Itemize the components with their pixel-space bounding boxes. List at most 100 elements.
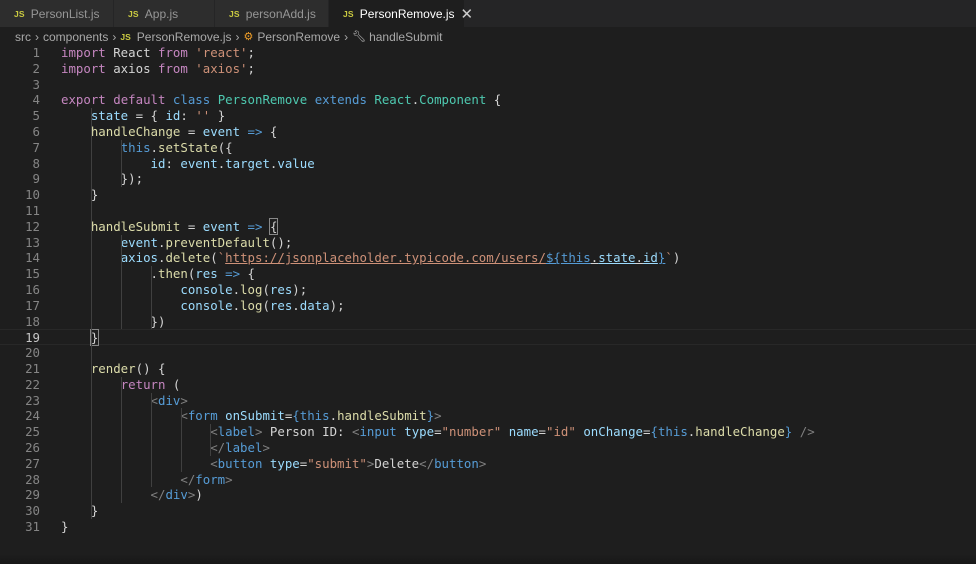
code-token: data bbox=[299, 297, 330, 313]
code-text: this.setState({ bbox=[61, 140, 233, 156]
code-token: input bbox=[359, 424, 397, 440]
code-line[interactable]: 21 render() { bbox=[0, 361, 976, 377]
line-number: 24 bbox=[25, 408, 40, 424]
code-token: button bbox=[217, 455, 263, 471]
code-token: div bbox=[165, 487, 188, 503]
code-line[interactable]: 9 }); bbox=[0, 171, 976, 187]
code-text: <button type="submit">Delete</button> bbox=[61, 456, 486, 472]
code-token: ) bbox=[672, 250, 681, 266]
code-token: from bbox=[157, 45, 188, 60]
code-line[interactable]: 5 state = { id: '' } bbox=[0, 108, 976, 124]
code-token: handleSubmit bbox=[337, 408, 427, 424]
code-token: label bbox=[217, 424, 255, 440]
code-text: state = { id: '' } bbox=[61, 108, 225, 124]
code-token: Component bbox=[419, 92, 487, 108]
breadcrumb-item-method[interactable]: handleSubmit bbox=[369, 30, 442, 44]
code-token: ; bbox=[247, 45, 255, 60]
code-line[interactable]: 3 bbox=[0, 77, 976, 93]
code-token: } bbox=[61, 503, 99, 519]
breadcrumb-item-components[interactable]: components bbox=[43, 30, 108, 44]
line-number: 28 bbox=[25, 471, 40, 487]
code-line[interactable]: 29 </div>) bbox=[0, 487, 976, 503]
line-number: 20 bbox=[25, 345, 40, 361]
code-line[interactable]: 23 <div> bbox=[0, 393, 976, 409]
code-line[interactable]: 17 console.log(res.data); bbox=[0, 298, 976, 314]
code-token: > bbox=[262, 440, 270, 455]
code-line[interactable]: 25 <label> Person ID: <input type="numbe… bbox=[0, 424, 976, 440]
code-token: . bbox=[232, 282, 241, 297]
code-token: render bbox=[90, 361, 136, 376]
line-number: 26 bbox=[25, 440, 40, 455]
code-line[interactable]: 22 return ( bbox=[0, 377, 976, 393]
line-number: 19 bbox=[25, 330, 40, 346]
code-token: res bbox=[195, 266, 218, 282]
code-line[interactable]: 27 <button type="submit">Delete</button> bbox=[0, 456, 976, 472]
chevron-right-icon: › bbox=[344, 29, 349, 44]
code-token: ); bbox=[329, 297, 345, 313]
code-token: import bbox=[61, 60, 106, 76]
code-line[interactable]: 11 bbox=[0, 203, 976, 219]
code-token: { bbox=[268, 217, 279, 235]
code-editor[interactable]: 1 import React from 'react'; 2 import axios… bbox=[0, 45, 976, 540]
line-number: 5 bbox=[32, 108, 40, 124]
code-line[interactable]: 31} bbox=[0, 519, 976, 535]
code-line[interactable]: 7 this.setState({ bbox=[0, 140, 976, 156]
code-line[interactable]: 14 axios. delete(` https://jsonplaceholder… bbox=[0, 250, 976, 266]
code-token: } bbox=[426, 408, 435, 424]
code-line[interactable]: 1 import React from 'react'; bbox=[0, 45, 976, 61]
code-line[interactable]: 28 </form> bbox=[0, 472, 976, 488]
code-token: } bbox=[210, 108, 226, 124]
code-line[interactable]: 13 event.preventDefault(); bbox=[0, 235, 976, 251]
indent-guide bbox=[180, 408, 182, 472]
tab-app[interactable]: JS App.js bbox=[114, 0, 215, 27]
code-line[interactable]: 8 id: event.target.value bbox=[0, 156, 976, 172]
code-token: </ bbox=[180, 471, 196, 487]
code-line[interactable]: 18 }) bbox=[0, 314, 976, 330]
horizontal-scrollbar[interactable] bbox=[0, 554, 976, 564]
code-token: class bbox=[172, 92, 211, 108]
code-line[interactable]: 6 handleChange = event => { bbox=[0, 124, 976, 140]
code-token: axios bbox=[105, 60, 158, 76]
line-number: 30 bbox=[25, 503, 40, 519]
code-token: handleChange bbox=[90, 124, 181, 139]
indent-guide bbox=[150, 392, 152, 488]
code-token: ) bbox=[195, 487, 203, 503]
code-token: } bbox=[89, 329, 100, 347]
breadcrumb-item-file[interactable]: PersonRemove.js bbox=[137, 30, 232, 44]
code-text: </label> bbox=[61, 440, 270, 456]
breadcrumb-item-class[interactable]: PersonRemove bbox=[257, 30, 340, 44]
code-line[interactable]: 15 .then(res => { bbox=[0, 266, 976, 282]
close-icon[interactable]: ✕ bbox=[461, 5, 474, 23]
tab-personlist[interactable]: JS PersonList.js bbox=[0, 0, 114, 27]
code-token: res bbox=[269, 282, 293, 297]
code-text: </form> bbox=[61, 471, 232, 488]
code-token: event bbox=[202, 218, 241, 234]
line-number: 23 bbox=[25, 392, 40, 408]
code-line[interactable]: 30 } bbox=[0, 503, 976, 519]
code-line[interactable]: 4 export default class PersonRemove exten… bbox=[0, 92, 976, 108]
tab-personremove[interactable]: JS PersonRemove.js ✕ bbox=[329, 0, 473, 27]
code-line[interactable]: 12 handleSubmit = event => { bbox=[0, 217, 976, 235]
code-line[interactable]: 2 import axios from 'axios'; bbox=[0, 61, 976, 77]
code-token: => bbox=[247, 124, 263, 139]
code-line[interactable]: 20 bbox=[0, 345, 976, 361]
tab-personadd[interactable]: JS personAdd.js bbox=[215, 0, 329, 27]
line-number: 11 bbox=[25, 203, 40, 218]
breadcrumb-item-src[interactable]: src bbox=[15, 30, 31, 44]
chevron-right-icon: › bbox=[35, 29, 39, 44]
code-line[interactable]: 19 } bbox=[0, 329, 976, 347]
code-token: console bbox=[180, 282, 233, 297]
code-line[interactable]: 24 <form onSubmit={this.handleSubmit}> bbox=[0, 408, 976, 424]
class-symbol-icon: ⚙ bbox=[243, 31, 254, 43]
line-number: 7 bbox=[32, 139, 40, 155]
code-token: > bbox=[434, 408, 442, 424]
code-text: } bbox=[61, 503, 98, 519]
code-line[interactable]: 10 } bbox=[0, 187, 976, 203]
code-token: onChange bbox=[583, 424, 644, 440]
code-line[interactable]: 16 console.log(res); bbox=[0, 282, 976, 298]
code-line[interactable]: 26 </label> bbox=[0, 440, 976, 456]
indent-guide bbox=[210, 424, 212, 456]
